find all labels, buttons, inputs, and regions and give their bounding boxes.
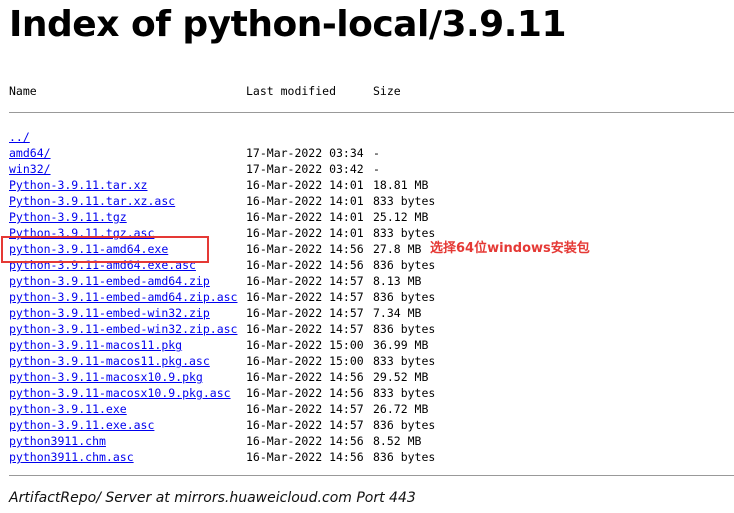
column-header-name[interactable]: Name [9, 84, 37, 98]
file-row: python-3.9.11-macos11.pkg 16-Mar-2022 15… [9, 337, 729, 353]
file-date: 16-Mar-2022 14:57 [246, 418, 364, 432]
file-date: 16-Mar-2022 14:57 [246, 322, 364, 336]
file-link[interactable]: python-3.9.11-macos11.pkg [9, 337, 182, 353]
file-date: 16-Mar-2022 14:56 [246, 386, 364, 400]
file-date: 17-Mar-2022 03:34 [246, 146, 364, 160]
file-size: 836 bytes [373, 322, 436, 336]
file-link[interactable]: python-3.9.11.exe.asc [9, 417, 154, 433]
file-date: 17-Mar-2022 03:42 [246, 162, 364, 176]
file-link[interactable]: win32/ [9, 161, 51, 177]
file-size: 29.52 MB [373, 370, 429, 384]
file-row-parent: ../ [9, 129, 729, 145]
file-date: 16-Mar-2022 15:00 [246, 338, 364, 352]
file-date: 16-Mar-2022 14:01 [246, 194, 364, 208]
file-row: Python-3.9.11.tar.xz 16-Mar-2022 14:01 1… [9, 177, 729, 193]
file-link[interactable]: python-3.9.11-embed-win32.zip.asc [9, 321, 237, 337]
file-date: 16-Mar-2022 14:57 [246, 402, 364, 416]
file-row: python-3.9.11-macosx10.9.pkg 16-Mar-2022… [9, 369, 729, 385]
file-row: python-3.9.11.exe.asc 16-Mar-2022 14:57 … [9, 417, 729, 433]
file-size: 36.99 MB [373, 338, 429, 352]
file-link[interactable]: python3911.chm.asc [9, 449, 134, 465]
file-row: python-3.9.11.exe 16-Mar-2022 14:57 26.7… [9, 401, 729, 417]
header-divider [9, 112, 734, 113]
file-link[interactable]: python-3.9.11-macosx10.9.pkg [9, 369, 203, 385]
file-link[interactable]: Python-3.9.11.tar.xz [9, 177, 147, 193]
file-date: 16-Mar-2022 14:56 [246, 242, 364, 256]
highlight-box [1, 236, 209, 263]
file-date: 16-Mar-2022 14:56 [246, 450, 364, 464]
file-row: python-3.9.11-embed-amd64.zip.asc 16-Mar… [9, 289, 729, 305]
file-link[interactable]: Python-3.9.11.tgz [9, 209, 127, 225]
file-size: - [373, 146, 380, 160]
file-row: amd64/ 17-Mar-2022 03:34 - [9, 145, 729, 161]
file-size: 836 bytes [373, 258, 436, 272]
file-date: 16-Mar-2022 14:01 [246, 210, 364, 224]
file-row: python-3.9.11-embed-win32.zip 16-Mar-202… [9, 305, 729, 321]
file-row: win32/ 17-Mar-2022 03:42 - [9, 161, 729, 177]
file-size: 7.34 MB [373, 306, 422, 320]
file-date: 16-Mar-2022 14:57 [246, 290, 364, 304]
file-size: 836 bytes [373, 450, 436, 464]
parent-directory-link[interactable]: ../ [9, 129, 30, 145]
file-row: python-3.9.11-embed-amd64.zip 16-Mar-202… [9, 273, 729, 289]
file-link[interactable]: python-3.9.11-embed-amd64.zip.asc [9, 289, 237, 305]
footer-divider [9, 475, 734, 476]
file-row: python3911.chm 16-Mar-2022 14:56 8.52 MB [9, 433, 729, 449]
file-date: 16-Mar-2022 14:57 [246, 306, 364, 320]
file-link[interactable]: amd64/ [9, 145, 51, 161]
file-size: 8.52 MB [373, 434, 422, 448]
file-listing: ../ amd64/ 17-Mar-2022 03:34 - win32/ 17… [9, 129, 729, 465]
file-size: - [373, 162, 380, 176]
annotation-label: 选择64位windows安装包 [430, 241, 590, 256]
file-row: python-3.9.11-macos11.pkg.asc 16-Mar-202… [9, 353, 729, 369]
column-header-size[interactable]: Size [373, 84, 401, 98]
file-link[interactable]: python-3.9.11-embed-amd64.zip [9, 273, 210, 289]
file-size: 8.13 MB [373, 274, 422, 288]
file-size: 836 bytes [373, 418, 436, 432]
file-size: 833 bytes [373, 386, 436, 400]
file-date: 16-Mar-2022 14:56 [246, 258, 364, 272]
file-size: 833 bytes [373, 194, 436, 208]
file-date: 16-Mar-2022 14:56 [246, 434, 364, 448]
file-date: 16-Mar-2022 14:57 [246, 274, 364, 288]
file-row: Python-3.9.11.tgz 16-Mar-2022 14:01 25.1… [9, 209, 729, 225]
file-link[interactable]: python-3.9.11-macosx10.9.pkg.asc [9, 385, 231, 401]
column-header-last-modified[interactable]: Last modified [246, 84, 336, 98]
file-row: python-3.9.11-macosx10.9.pkg.asc 16-Mar-… [9, 385, 729, 401]
page-title: Index of python-local/3.9.11 [9, 4, 567, 45]
file-date: 16-Mar-2022 15:00 [246, 354, 364, 368]
file-date: 16-Mar-2022 14:01 [246, 226, 364, 240]
file-link[interactable]: Python-3.9.11.tar.xz.asc [9, 193, 175, 209]
file-link[interactable]: python-3.9.11.exe [9, 401, 127, 417]
file-size: 18.81 MB [373, 178, 429, 192]
file-size: 836 bytes [373, 290, 436, 304]
file-link[interactable]: python3911.chm [9, 433, 106, 449]
file-link[interactable]: python-3.9.11-embed-win32.zip [9, 305, 210, 321]
file-row: Python-3.9.11.tar.xz.asc 16-Mar-2022 14:… [9, 193, 729, 209]
server-footer: ArtifactRepo/ Server at mirrors.huaweicl… [9, 490, 416, 506]
file-size: 833 bytes [373, 354, 436, 368]
file-row: python3911.chm.asc 16-Mar-2022 14:56 836… [9, 449, 729, 465]
file-row: python-3.9.11-embed-win32.zip.asc 16-Mar… [9, 321, 729, 337]
file-date: 16-Mar-2022 14:01 [246, 178, 364, 192]
file-size: 833 bytes [373, 226, 436, 240]
file-size: 25.12 MB [373, 210, 429, 224]
file-date: 16-Mar-2022 14:56 [246, 370, 364, 384]
file-size: 27.8 MB [373, 242, 422, 256]
file-size: 26.72 MB [373, 402, 429, 416]
file-link[interactable]: python-3.9.11-macos11.pkg.asc [9, 353, 210, 369]
